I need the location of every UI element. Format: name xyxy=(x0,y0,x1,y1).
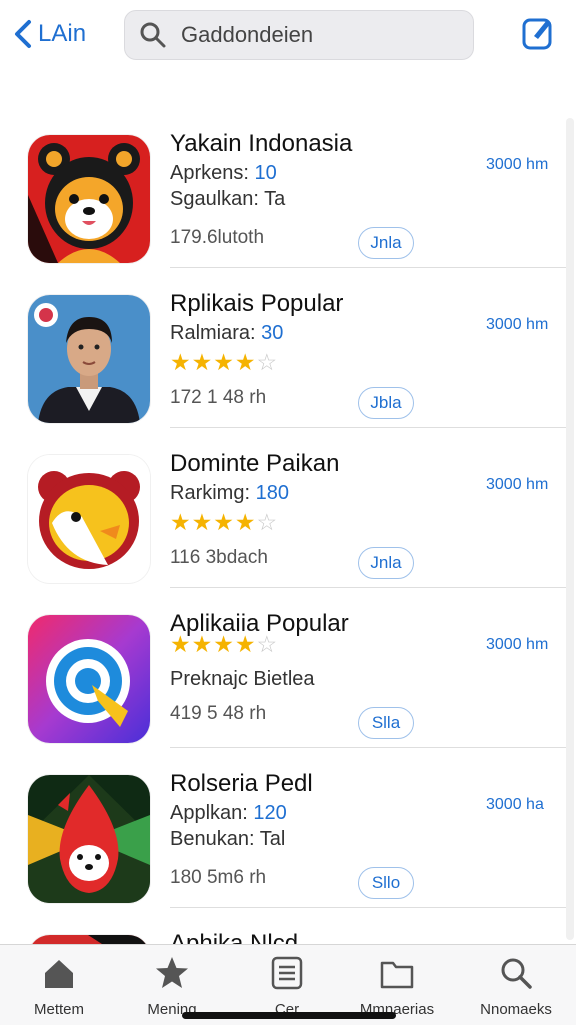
meta-number: 180 xyxy=(255,482,289,504)
star-rating: ★ ★ ★ ★ ☆ xyxy=(170,350,277,374)
app-size: 116 3bdach xyxy=(170,547,268,568)
tab-categories[interactable]: Cer xyxy=(232,951,342,1018)
fox-icon xyxy=(28,775,150,903)
divider xyxy=(170,427,566,428)
app-distance: 3000 hm xyxy=(486,476,549,493)
search-icon xyxy=(501,958,532,989)
star-icon xyxy=(156,957,188,988)
star-icon: ★ xyxy=(213,509,234,535)
tab-search[interactable]: Nnomaeks xyxy=(461,951,571,1018)
star-outline-icon: ☆ xyxy=(256,349,278,375)
get-button[interactable]: Jbla xyxy=(358,387,414,419)
app-distance: 3000 hm xyxy=(486,156,549,173)
star-icon: ★ xyxy=(234,349,256,375)
app-size: 180 5m6 rh xyxy=(170,867,267,888)
back-button[interactable]: LAin xyxy=(12,14,86,54)
app-title: Rplikais Popular xyxy=(170,290,344,317)
app-meta-1: Aprkens: 10 xyxy=(170,162,277,185)
get-button[interactable]: Slla xyxy=(358,707,414,739)
search-bar[interactable]: Gaddondeien xyxy=(124,10,474,60)
get-button[interactable]: Jnla xyxy=(358,227,414,259)
meta-label: Ralmiara: xyxy=(170,322,256,344)
home-indicator xyxy=(182,1012,396,1019)
app-meta-2: Benukan: Tal xyxy=(170,828,286,850)
meta-number: 10 xyxy=(254,162,277,184)
app-size: 419 5 48 rh xyxy=(170,703,267,724)
app-title: Yakain Indonasia xyxy=(170,130,353,157)
app-size: 179.6lutoth xyxy=(170,227,265,248)
tab-label: Nnomaeks xyxy=(480,1001,552,1018)
meta-number: 120 xyxy=(253,802,287,824)
app-distance: 3000 ha xyxy=(486,796,544,813)
app-size: 172 1 48 rh xyxy=(170,387,267,408)
star-icon: ★ xyxy=(213,349,234,375)
home-icon xyxy=(45,960,73,988)
app-distance: 3000 hm xyxy=(486,636,549,653)
app-meta-1: Ralmiara: 30 xyxy=(170,322,283,345)
top-bar: LAin Gaddondeien xyxy=(0,0,576,70)
back-label: LAin xyxy=(38,20,87,47)
app-meta-2: Sgaulkan: Ta xyxy=(170,188,286,210)
star-rating: ★ ★ ★ ★ ☆ xyxy=(170,510,277,534)
star-icon: ★ xyxy=(170,509,191,535)
folder-icon xyxy=(380,961,414,989)
app-row[interactable]: Rplikais Popular Ralmiara: 30 ★ ★ ★ ★ ☆ 172 … xyxy=(0,270,566,428)
star-icon: ★ xyxy=(191,509,213,535)
scrollbar[interactable] xyxy=(566,118,574,940)
app-title: Aphika Nlcd xyxy=(170,930,299,945)
hamster-icon xyxy=(28,135,150,263)
list-icon xyxy=(271,956,303,990)
meta-number: 30 xyxy=(261,322,284,344)
app-row[interactable]: Dominte Paikan Rarkimg: 180 ★ ★ ★ ★ ☆ 116 3b… xyxy=(0,430,566,588)
app-meta-2: Preknajc Bietlea xyxy=(170,668,315,690)
star-rating: ★ ★ ★ ★ ☆ xyxy=(170,632,277,656)
star-icon: ★ xyxy=(170,631,191,657)
portrait-icon xyxy=(28,295,150,423)
app-row[interactable]: Rolseria Pedl Applkan: 120 Benukan: Tal … xyxy=(0,750,566,908)
divider xyxy=(170,587,566,588)
app-title: Dominte Paikan xyxy=(170,450,340,477)
get-button[interactable]: Sllo xyxy=(358,867,414,899)
edit-button[interactable] xyxy=(520,14,554,52)
divider xyxy=(170,907,566,908)
get-button[interactable]: Jnla xyxy=(358,547,414,579)
app-row[interactable]: Aplikaiia Popular ★ ★ ★ ★ ☆ Preknajc Bietlea… xyxy=(0,590,566,748)
star-outline-icon: ☆ xyxy=(256,631,278,657)
target-icon xyxy=(28,615,150,743)
app-list: Yakain Indonasia Aprkens: 10 Sgaulkan: T… xyxy=(0,110,566,945)
star-icon: ★ xyxy=(234,631,256,657)
app-title: Rolseria Pedl xyxy=(170,770,313,797)
bear-icon xyxy=(28,455,150,583)
app-row[interactable]: Aphika Nlcd xyxy=(0,910,566,945)
app-meta-1: Applkan: 120 xyxy=(170,802,287,825)
chevron-left-icon xyxy=(15,20,31,48)
tab-label: Mettem xyxy=(33,1001,84,1018)
search-icon xyxy=(140,22,166,48)
star-icon: ★ xyxy=(191,349,213,375)
app-meta-1: Rarkimg: 180 xyxy=(170,482,289,505)
star-icon: ★ xyxy=(191,631,213,657)
divider xyxy=(170,267,566,268)
meta-label: Applkan: xyxy=(170,802,248,824)
app-row[interactable]: Yakain Indonasia Aprkens: 10 Sgaulkan: T… xyxy=(0,110,566,268)
star-icon: ★ xyxy=(170,349,191,375)
meta-label: Aprkens: xyxy=(170,162,249,184)
meta-label: Rarkimg: xyxy=(170,482,251,504)
app-distance: 3000 hm xyxy=(486,316,549,333)
divider xyxy=(170,747,566,748)
tab-featured[interactable]: Mening xyxy=(117,951,227,1018)
tab-updates[interactable]: Mmnaerias xyxy=(342,951,452,1018)
star-outline-icon: ☆ xyxy=(256,509,278,535)
search-query: Gaddondeien xyxy=(181,22,314,47)
edit-icon xyxy=(522,18,552,50)
star-icon: ★ xyxy=(234,509,256,535)
star-icon: ★ xyxy=(213,631,234,657)
tab-home[interactable]: Mettem xyxy=(4,951,114,1018)
